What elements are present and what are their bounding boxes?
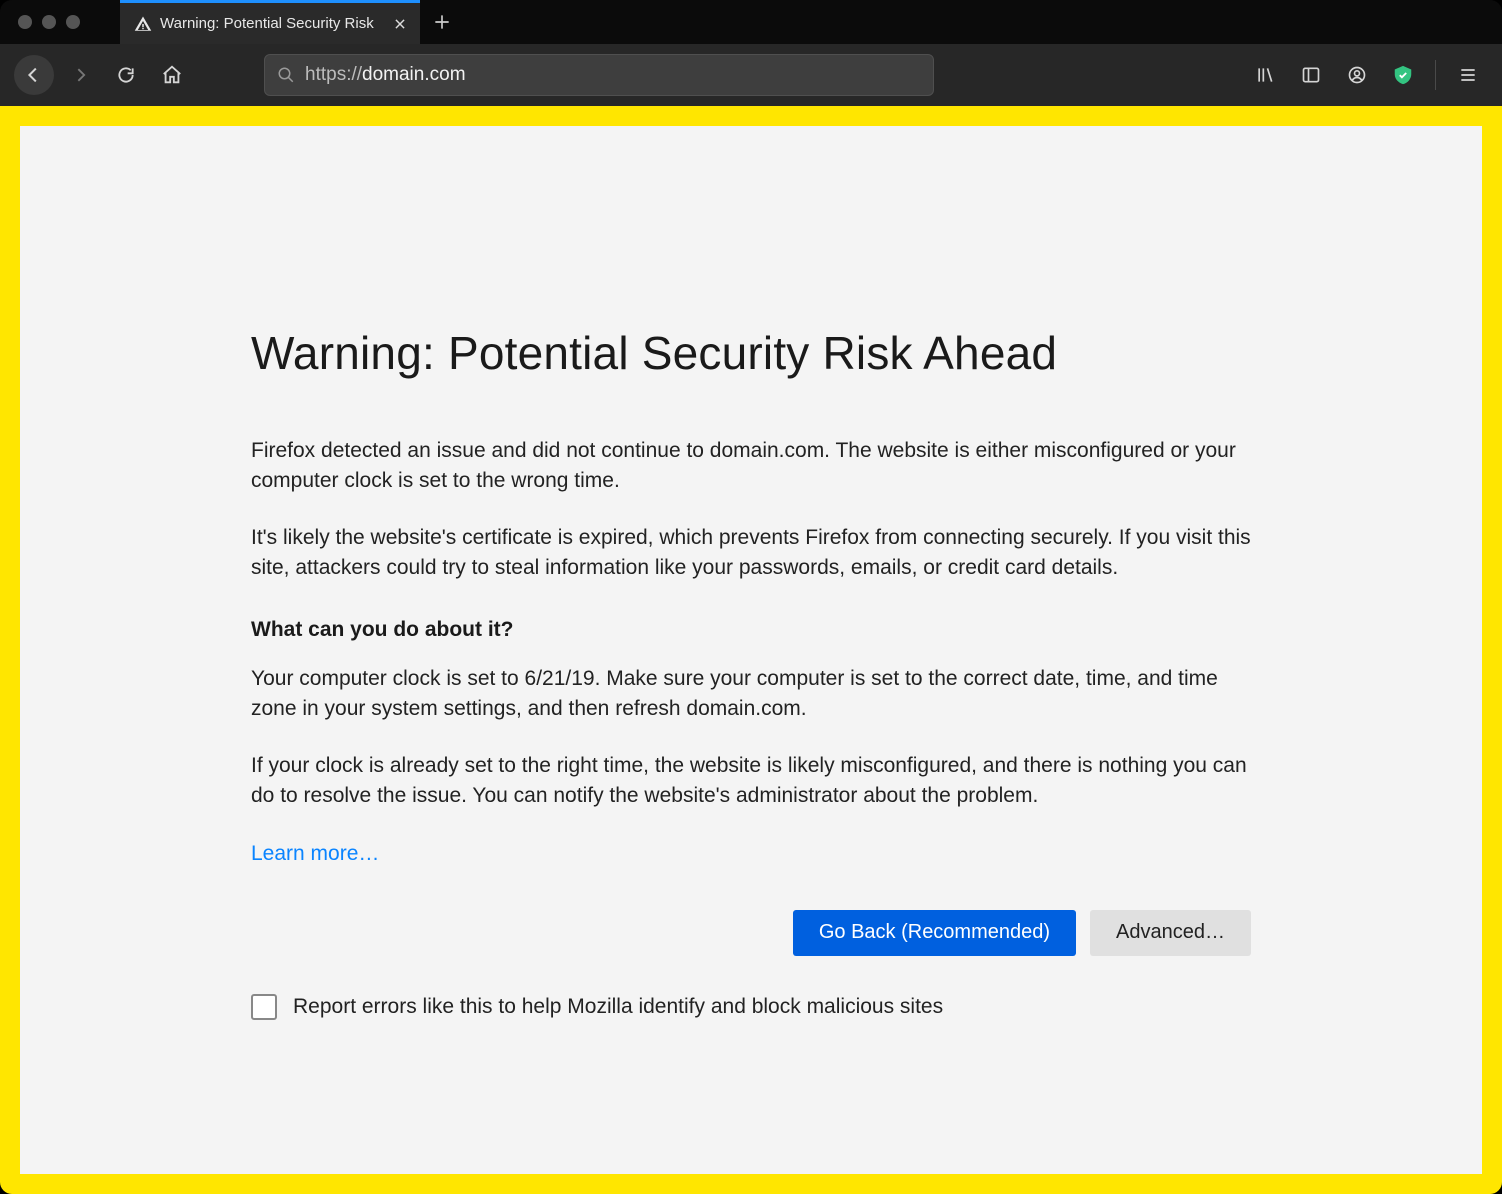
window-minimize-dot[interactable]	[42, 15, 56, 29]
new-tab-button[interactable]	[420, 0, 464, 44]
advanced-button[interactable]: Advanced…	[1090, 910, 1251, 956]
url-host: domain.com	[362, 64, 466, 85]
action-row: Go Back (Recommended) Advanced…	[251, 910, 1251, 956]
tab-active[interactable]: Warning: Potential Security Risk	[120, 0, 420, 44]
home-button[interactable]	[152, 55, 192, 95]
paragraph-2: It's likely the website's certificate is…	[251, 523, 1251, 584]
protection-shield-icon[interactable]	[1383, 55, 1423, 95]
account-button[interactable]	[1337, 55, 1377, 95]
paragraph-1: Firefox detected an issue and did not co…	[251, 436, 1251, 497]
window-zoom-dot[interactable]	[66, 15, 80, 29]
report-label: Report errors like this to help Mozilla …	[293, 995, 943, 1019]
toolbar: https://domain.com	[0, 44, 1502, 106]
menu-button[interactable]	[1448, 55, 1488, 95]
paragraph-4: If your clock is already set to the righ…	[251, 751, 1251, 812]
tab-close-button[interactable]	[390, 14, 410, 34]
content: Warning: Potential Security Risk Ahead F…	[251, 126, 1251, 1174]
forward-button[interactable]	[60, 55, 100, 95]
page-title: Warning: Potential Security Risk Ahead	[251, 326, 1251, 380]
learn-more-link[interactable]: Learn more…	[251, 842, 379, 866]
sidebar-button[interactable]	[1291, 55, 1331, 95]
page: Warning: Potential Security Risk Ahead F…	[20, 126, 1482, 1174]
warning-triangle-icon	[134, 15, 152, 33]
report-row: Report errors like this to help Mozilla …	[251, 994, 1251, 1020]
toolbar-right	[1245, 55, 1488, 95]
url-text: https://domain.com	[305, 64, 921, 86]
browser-window: Warning: Potential Security Risk	[0, 0, 1502, 1194]
window-close-dot[interactable]	[18, 15, 32, 29]
report-checkbox[interactable]	[251, 994, 277, 1020]
viewport: Warning: Potential Security Risk Ahead F…	[0, 106, 1502, 1194]
subheading: What can you do about it?	[251, 618, 1251, 642]
tab-title: Warning: Potential Security Risk	[160, 15, 382, 32]
titlebar: Warning: Potential Security Risk	[0, 0, 1502, 44]
url-bar[interactable]: https://domain.com	[264, 54, 934, 96]
search-icon	[277, 66, 295, 84]
url-scheme: https://	[305, 64, 362, 85]
toolbar-separator	[1435, 60, 1436, 90]
library-button[interactable]	[1245, 55, 1285, 95]
reload-button[interactable]	[106, 55, 146, 95]
back-button[interactable]	[14, 55, 54, 95]
tabstrip: Warning: Potential Security Risk	[120, 0, 464, 44]
paragraph-3: Your computer clock is set to 6/21/19. M…	[251, 664, 1251, 725]
window-controls	[0, 0, 98, 44]
go-back-button[interactable]: Go Back (Recommended)	[793, 910, 1076, 956]
